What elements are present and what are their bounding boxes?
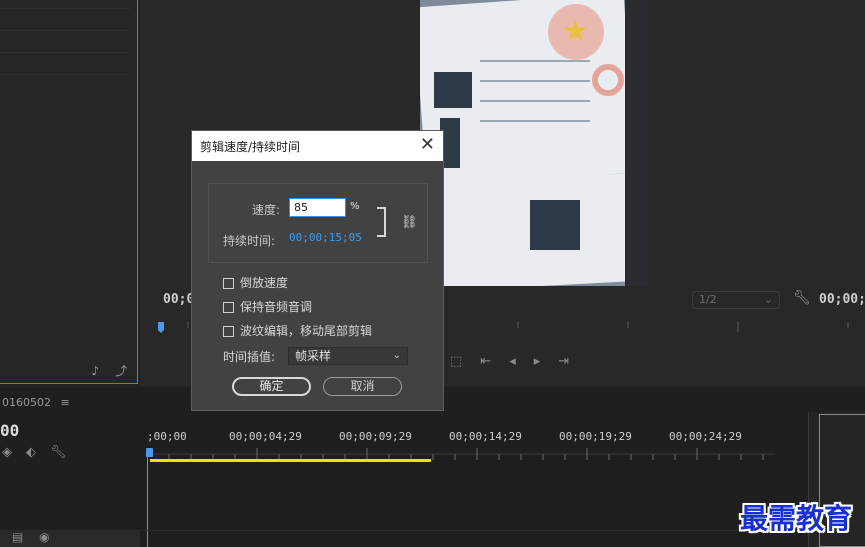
- reverse-speed-checkbox[interactable]: 倒放速度: [223, 274, 288, 291]
- timeline-tools: ◈⬖🔧︎: [2, 445, 81, 460]
- dialog-title: 剪辑速度/持续时间: [200, 140, 301, 154]
- mini-playhead-icon: [158, 322, 164, 333]
- text-row: [480, 80, 590, 82]
- interpolation-label: 时间插值:: [223, 350, 276, 364]
- ruler-label: 00;00;24;29: [669, 430, 742, 443]
- film-icon[interactable]: ▤: [12, 530, 23, 544]
- menu-icon[interactable]: ≡: [61, 396, 70, 409]
- track-header: ▤ ◉: [0, 530, 140, 547]
- ruler-label: 00;00;19;29: [559, 430, 632, 443]
- step-back-icon[interactable]: ◂: [509, 354, 534, 369]
- track-divider: [140, 530, 800, 531]
- panel-bottom-icons: ♪ ⤴: [91, 362, 127, 379]
- watermark-logo: 最需教育: [740, 502, 853, 535]
- ruler-label: 00;00;04;29: [229, 430, 302, 443]
- video-frame: ★: [420, 0, 648, 286]
- sequence-name: 0160502: [2, 396, 51, 409]
- speed-label: 速度:: [252, 203, 281, 217]
- list-row-divider: [0, 74, 130, 75]
- eye-icon[interactable]: ◉: [39, 530, 49, 544]
- sequence-tab[interactable]: 0160502 ≡: [2, 396, 70, 409]
- text-row: [480, 100, 590, 102]
- checkbox-box[interactable]: [223, 278, 234, 289]
- list-row-divider: [0, 8, 130, 9]
- chevron-down-icon: ⌄: [392, 350, 401, 361]
- maintain-pitch-checkbox[interactable]: 保持音频音调: [223, 298, 312, 315]
- mark-out-icon[interactable]: ⬚: [450, 354, 480, 369]
- duration-value[interactable]: 00;00;15;05: [289, 231, 362, 244]
- ripple-edit-checkbox[interactable]: 波纹编辑，移动尾部剪辑: [223, 322, 372, 339]
- work-area-bar[interactable]: [150, 459, 431, 462]
- close-icon[interactable]: ✕: [420, 134, 435, 156]
- go-to-in-icon[interactable]: ⇤: [480, 354, 509, 369]
- list-row-divider: [0, 30, 130, 31]
- speed-duration-group: [208, 183, 428, 263]
- duration-label: 持续时间:: [223, 234, 276, 248]
- ruler-label: 00;00;14;29: [449, 430, 522, 443]
- ruler-label: 00;00;09;29: [339, 430, 412, 443]
- text-row: [480, 60, 590, 62]
- ok-button[interactable]: 确定: [232, 377, 311, 396]
- transport-controls: ⬚⇤◂▸⇥: [450, 354, 587, 369]
- resolution-value: 1/2: [699, 293, 717, 306]
- checkbox-label: 倒放速度: [240, 276, 289, 290]
- dialog-titlebar: 剪辑速度/持续时间 ✕: [192, 131, 443, 161]
- wrench-icon[interactable]: 🔧︎: [793, 290, 811, 306]
- checkbox-label: 保持音频音调: [240, 300, 313, 314]
- checkbox-label: 波纹编辑，移动尾部剪辑: [240, 324, 373, 338]
- timeline-timecode[interactable]: 00: [0, 421, 19, 440]
- music-note-icon[interactable]: ♪: [91, 364, 99, 378]
- cancel-button[interactable]: 取消: [323, 377, 402, 396]
- project-panel: ♪ ⤴: [0, 0, 138, 384]
- timeline-panel: [0, 388, 865, 547]
- text-row: [480, 120, 590, 122]
- ring-decoration: [592, 64, 624, 96]
- program-timecode[interactable]: 00;0: [163, 292, 194, 307]
- resolution-select[interactable]: 1/2 ⌄: [692, 291, 780, 309]
- ruler-label: ;00;00: [147, 430, 187, 443]
- interpolation-value: 帧采样: [295, 349, 332, 363]
- snap-icon[interactable]: ◈: [2, 445, 26, 460]
- new-item-icon[interactable]: ⤴: [115, 364, 127, 378]
- speed-input[interactable]: 85: [289, 198, 346, 217]
- go-to-out-icon[interactable]: ⇥: [558, 354, 587, 369]
- percent-unit: %: [350, 201, 360, 212]
- figure-block: [434, 72, 472, 108]
- playhead-line[interactable]: [147, 452, 148, 547]
- program-duration: 00;00;1: [819, 292, 865, 307]
- interpolation-select[interactable]: 帧采样 ⌄: [288, 347, 408, 365]
- wrench-icon[interactable]: 🔧︎: [50, 445, 81, 460]
- clip-speed-dialog: 剪辑速度/持续时间 ✕ 速度: 85 % 持续时间: 00;00;15;05 ⛓…: [191, 130, 444, 411]
- checkbox-box[interactable]: [223, 302, 234, 313]
- chevron-down-icon: ⌄: [763, 293, 773, 306]
- link-bracket: [377, 207, 386, 237]
- figure-block: [530, 200, 580, 250]
- video-edge: [625, 0, 648, 286]
- step-forward-icon[interactable]: ▸: [534, 354, 559, 369]
- checkbox-box[interactable]: [223, 326, 234, 337]
- marker-icon[interactable]: ⬖: [26, 445, 50, 460]
- link-icon[interactable]: ⛓: [401, 215, 418, 230]
- star-icon: ★: [562, 14, 589, 49]
- list-row-divider: [0, 52, 130, 53]
